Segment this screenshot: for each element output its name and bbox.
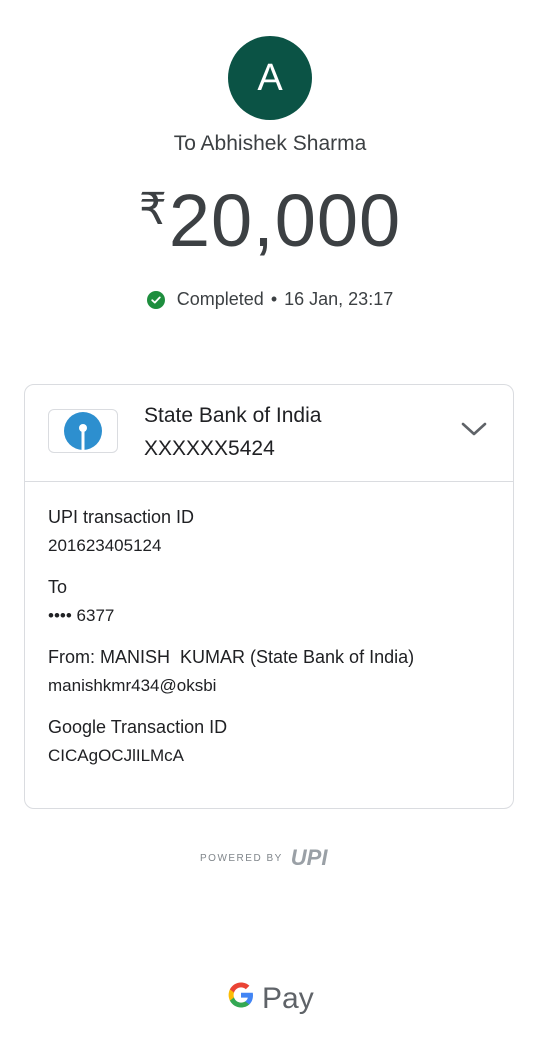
- transaction-details-card: State Bank of India XXXXXX5424 UPI trans…: [24, 384, 514, 809]
- powered-by-upi: POWERED BY UPI: [200, 845, 327, 871]
- pay-label: Pay: [262, 982, 314, 1015]
- detail-value: •••• 6377: [48, 606, 115, 625]
- google-g-icon: [226, 980, 256, 1018]
- chevron-down-icon[interactable]: [461, 421, 487, 442]
- currency-symbol: ₹: [138, 185, 167, 234]
- detail-to: To •••• 6377: [48, 576, 490, 626]
- detail-label: UPI transaction ID: [48, 507, 195, 527]
- powered-by-label: POWERED BY: [200, 852, 283, 864]
- detail-value: CICAgOCJlILMcA: [48, 746, 185, 765]
- amount: ₹20,000: [0, 178, 540, 263]
- status-separator: •: [270, 289, 278, 309]
- bank-account-row[interactable]: State Bank of India XXXXXX5424: [25, 385, 513, 482]
- upi-logo: UPI: [290, 845, 328, 870]
- amount-value: 20,000: [168, 179, 402, 262]
- bank-name: State Bank of India: [144, 404, 322, 427]
- bank-account-number: XXXXXX5424: [144, 437, 275, 460]
- detail-label: From: MANISH KUMAR (State Bank of India): [48, 647, 415, 667]
- detail-value: manishkmr434@oksbi: [48, 676, 217, 695]
- sbi-logo-icon: [48, 409, 118, 453]
- detail-google-transaction-id: Google Transaction ID CICAgOCJlILMcA: [48, 716, 490, 766]
- check-circle-icon: [146, 290, 165, 309]
- detail-from: From: MANISH KUMAR (State Bank of India)…: [48, 646, 490, 696]
- detail-label: To: [48, 577, 68, 597]
- detail-upi-transaction-id: UPI transaction ID 201623405124: [48, 506, 490, 556]
- recipient-name: To Abhishek Sharma: [173, 132, 367, 155]
- google-pay-logo: Pay: [226, 980, 314, 1018]
- avatar-letter: A: [257, 56, 283, 99]
- detail-label: Google Transaction ID: [48, 717, 228, 737]
- status-datetime: 16 Jan, 23:17: [284, 289, 394, 309]
- detail-value: 201623405124: [48, 536, 162, 555]
- transaction-status: Completed • 16 Jan, 23:17: [0, 289, 540, 310]
- details-list: UPI transaction ID 201623405124 To •••• …: [25, 482, 513, 766]
- recipient-avatar: A: [228, 36, 312, 120]
- status-text: Completed: [176, 289, 264, 309]
